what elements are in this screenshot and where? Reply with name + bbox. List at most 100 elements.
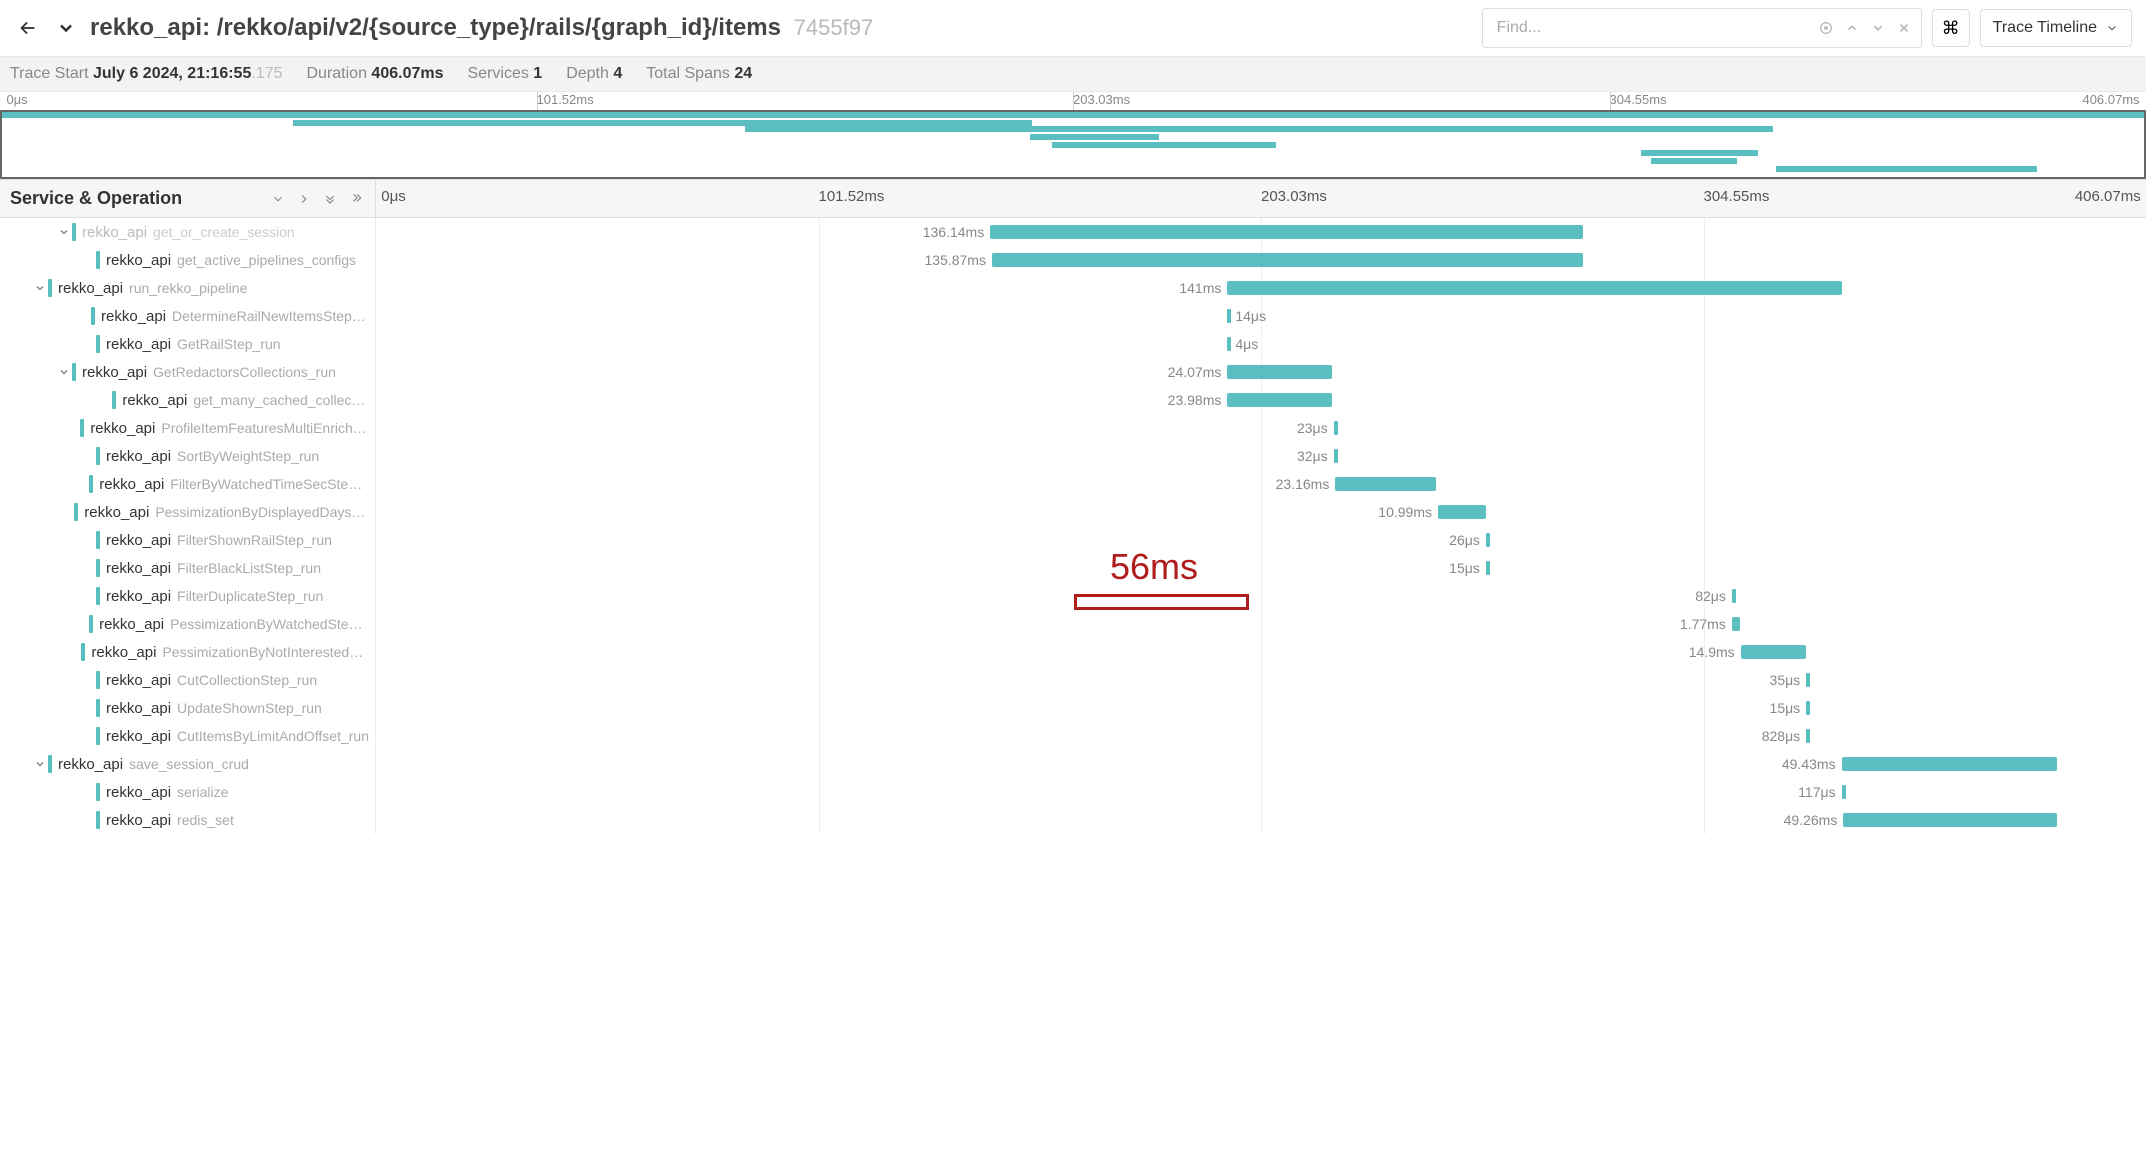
span-duration-bar[interactable] [1732, 617, 1740, 631]
span-row-right[interactable]: 23.16ms [376, 470, 2146, 498]
find-prev-icon[interactable] [1840, 14, 1864, 42]
span-row-left[interactable]: rekko_apiUpdateShownStep_run [0, 694, 376, 722]
span-duration-bar[interactable] [1806, 673, 1810, 687]
span-duration-bar[interactable] [1741, 645, 1806, 659]
span-duration-bar[interactable] [1732, 589, 1736, 603]
span-toggle-icon[interactable] [56, 226, 72, 238]
span-row-right[interactable]: 82μs [376, 582, 2146, 610]
span-row-right[interactable]: 4μs [376, 330, 2146, 358]
span-duration-bar[interactable] [1843, 813, 2057, 827]
span-duration-bar[interactable] [1334, 449, 1338, 463]
trace-span-row[interactable]: rekko_apiFilterByWatchedTimeSecStep_run2… [0, 470, 2146, 498]
trace-span-row[interactable]: rekko_apiDetermineRailNewItemsStep_run14… [0, 302, 2146, 330]
span-duration-bar[interactable] [1335, 477, 1436, 491]
span-row-left[interactable]: rekko_apiserialize [0, 778, 376, 806]
trace-span-row[interactable]: rekko_apiFilterShownRailStep_run26μs [0, 526, 2146, 554]
collapse-all-icon[interactable] [321, 192, 339, 206]
span-row-left[interactable]: rekko_apiCutItemsByLimitAndOffset_run [0, 722, 376, 750]
span-duration-bar[interactable] [992, 253, 1583, 267]
collapse-header-toggle[interactable] [56, 18, 76, 38]
span-row-right[interactable]: 828μs [376, 722, 2146, 750]
span-row-left[interactable]: rekko_apiDetermineRailNewItemsStep_run [0, 302, 376, 330]
span-row-left[interactable]: rekko_apiPessimizationByDisplayedDaysCou… [0, 498, 376, 526]
span-row-left[interactable]: rekko_apiget_many_cached_collections [0, 386, 376, 414]
span-duration-bar[interactable] [1227, 365, 1331, 379]
span-duration-bar[interactable] [1227, 337, 1231, 351]
span-row-right[interactable]: 14.9ms [376, 638, 2146, 666]
find-target-icon[interactable] [1814, 14, 1838, 42]
span-duration-bar[interactable] [1842, 757, 2058, 771]
span-row-right[interactable]: 136.14ms [376, 218, 2146, 246]
span-row-left[interactable]: rekko_apiFilterByWatchedTimeSecStep_run [0, 470, 376, 498]
trace-minimap[interactable]: 0μs 101.52ms 203.03ms 304.55ms 406.07ms [0, 92, 2146, 180]
trace-span-row[interactable]: rekko_apiCutItemsByLimitAndOffset_run828… [0, 722, 2146, 750]
span-row-right[interactable]: 135.87ms [376, 246, 2146, 274]
span-row-left[interactable]: rekko_apiFilterBlackListStep_run [0, 554, 376, 582]
trace-span-row[interactable]: rekko_apiserialize117μs [0, 778, 2146, 806]
expand-one-icon[interactable] [295, 192, 313, 206]
trace-span-row[interactable]: rekko_apiSortByWeightStep_run32μs [0, 442, 2146, 470]
span-row-left[interactable]: rekko_apiPessimizationByWatchedStep_run [0, 610, 376, 638]
span-row-left[interactable]: rekko_apiGetRedactorsCollections_run [0, 358, 376, 386]
span-toggle-icon[interactable] [32, 282, 48, 294]
span-row-right[interactable]: 24.07ms [376, 358, 2146, 386]
span-row-left[interactable]: rekko_apiFilterShownRailStep_run [0, 526, 376, 554]
span-row-left[interactable]: rekko_apirun_rekko_pipeline [0, 274, 376, 302]
trace-span-row[interactable]: rekko_apiFilterDuplicateStep_run82μs [0, 582, 2146, 610]
span-row-right[interactable]: 117μs [376, 778, 2146, 806]
span-duration-bar[interactable] [1486, 533, 1490, 547]
span-row-left[interactable]: rekko_apisave_session_crud [0, 750, 376, 778]
view-selector-dropdown[interactable]: Trace Timeline [1980, 9, 2132, 47]
span-duration-bar[interactable] [1227, 393, 1331, 407]
trace-span-row[interactable]: rekko_apiget_or_create_session136.14ms [0, 218, 2146, 246]
span-row-right[interactable]: 23μs [376, 414, 2146, 442]
span-duration-bar[interactable] [1227, 281, 1841, 295]
span-duration-bar[interactable] [1806, 729, 1810, 743]
span-duration-bar[interactable] [1227, 309, 1231, 323]
span-row-right[interactable]: 26μs [376, 526, 2146, 554]
span-row-left[interactable]: rekko_apiPessimizationByNotInterestedSte… [0, 638, 376, 666]
trace-span-row[interactable]: rekko_apiUpdateShownStep_run15μs [0, 694, 2146, 722]
trace-span-row[interactable]: rekko_apiget_active_pipelines_configs135… [0, 246, 2146, 274]
span-duration-bar[interactable] [990, 225, 1583, 239]
span-row-left[interactable]: rekko_apiProfileItemFeaturesMultiEnrichS… [0, 414, 376, 442]
span-row-left[interactable]: rekko_apiGetRailStep_run [0, 330, 376, 358]
trace-span-row[interactable]: rekko_apiGetRailStep_run4μs [0, 330, 2146, 358]
span-duration-bar[interactable] [1334, 421, 1338, 435]
find-close-icon[interactable] [1892, 14, 1916, 42]
span-row-left[interactable]: rekko_apiFilterDuplicateStep_run [0, 582, 376, 610]
keyboard-shortcuts-button[interactable]: ⌘ [1932, 9, 1970, 47]
collapse-one-icon[interactable] [269, 192, 287, 206]
span-toggle-icon[interactable] [56, 366, 72, 378]
find-next-icon[interactable] [1866, 14, 1890, 42]
trace-span-row[interactable]: rekko_apiFilterBlackListStep_run15μs [0, 554, 2146, 582]
span-duration-bar[interactable] [1806, 701, 1810, 715]
span-row-left[interactable]: rekko_apiCutCollectionStep_run [0, 666, 376, 694]
back-button[interactable] [14, 17, 42, 39]
span-row-right[interactable]: 14μs [376, 302, 2146, 330]
span-row-right[interactable]: 49.43ms [376, 750, 2146, 778]
span-row-left[interactable]: rekko_apiSortByWeightStep_run [0, 442, 376, 470]
span-row-left[interactable]: rekko_apiget_or_create_session [0, 218, 376, 246]
span-toggle-icon[interactable] [32, 758, 48, 770]
span-row-right[interactable]: 23.98ms [376, 386, 2146, 414]
span-row-right[interactable]: 15μs [376, 554, 2146, 582]
trace-span-row[interactable]: rekko_apiCutCollectionStep_run35μs [0, 666, 2146, 694]
span-duration-bar[interactable] [1842, 785, 1846, 799]
trace-span-row[interactable]: rekko_apiget_many_cached_collections23.9… [0, 386, 2146, 414]
span-row-right[interactable]: 32μs [376, 442, 2146, 470]
trace-span-row[interactable]: rekko_apisave_session_crud49.43ms [0, 750, 2146, 778]
span-row-left[interactable]: rekko_apiget_active_pipelines_configs [0, 246, 376, 274]
trace-span-row[interactable]: rekko_apiredis_set49.26ms [0, 806, 2146, 834]
span-row-right[interactable]: 35μs [376, 666, 2146, 694]
span-row-right[interactable]: 10.99ms [376, 498, 2146, 526]
trace-span-row[interactable]: rekko_apiPessimizationByNotInterestedSte… [0, 638, 2146, 666]
span-row-right[interactable]: 141ms [376, 274, 2146, 302]
trace-span-row[interactable]: rekko_apirun_rekko_pipeline141ms [0, 274, 2146, 302]
span-row-left[interactable]: rekko_apiredis_set [0, 806, 376, 834]
trace-span-row[interactable]: rekko_apiPessimizationByDisplayedDaysCou… [0, 498, 2146, 526]
trace-span-row[interactable]: rekko_apiGetRedactorsCollections_run24.0… [0, 358, 2146, 386]
trace-span-row[interactable]: rekko_apiProfileItemFeaturesMultiEnrichS… [0, 414, 2146, 442]
span-row-right[interactable]: 1.77ms [376, 610, 2146, 638]
trace-span-row[interactable]: rekko_apiPessimizationByWatchedStep_run1… [0, 610, 2146, 638]
